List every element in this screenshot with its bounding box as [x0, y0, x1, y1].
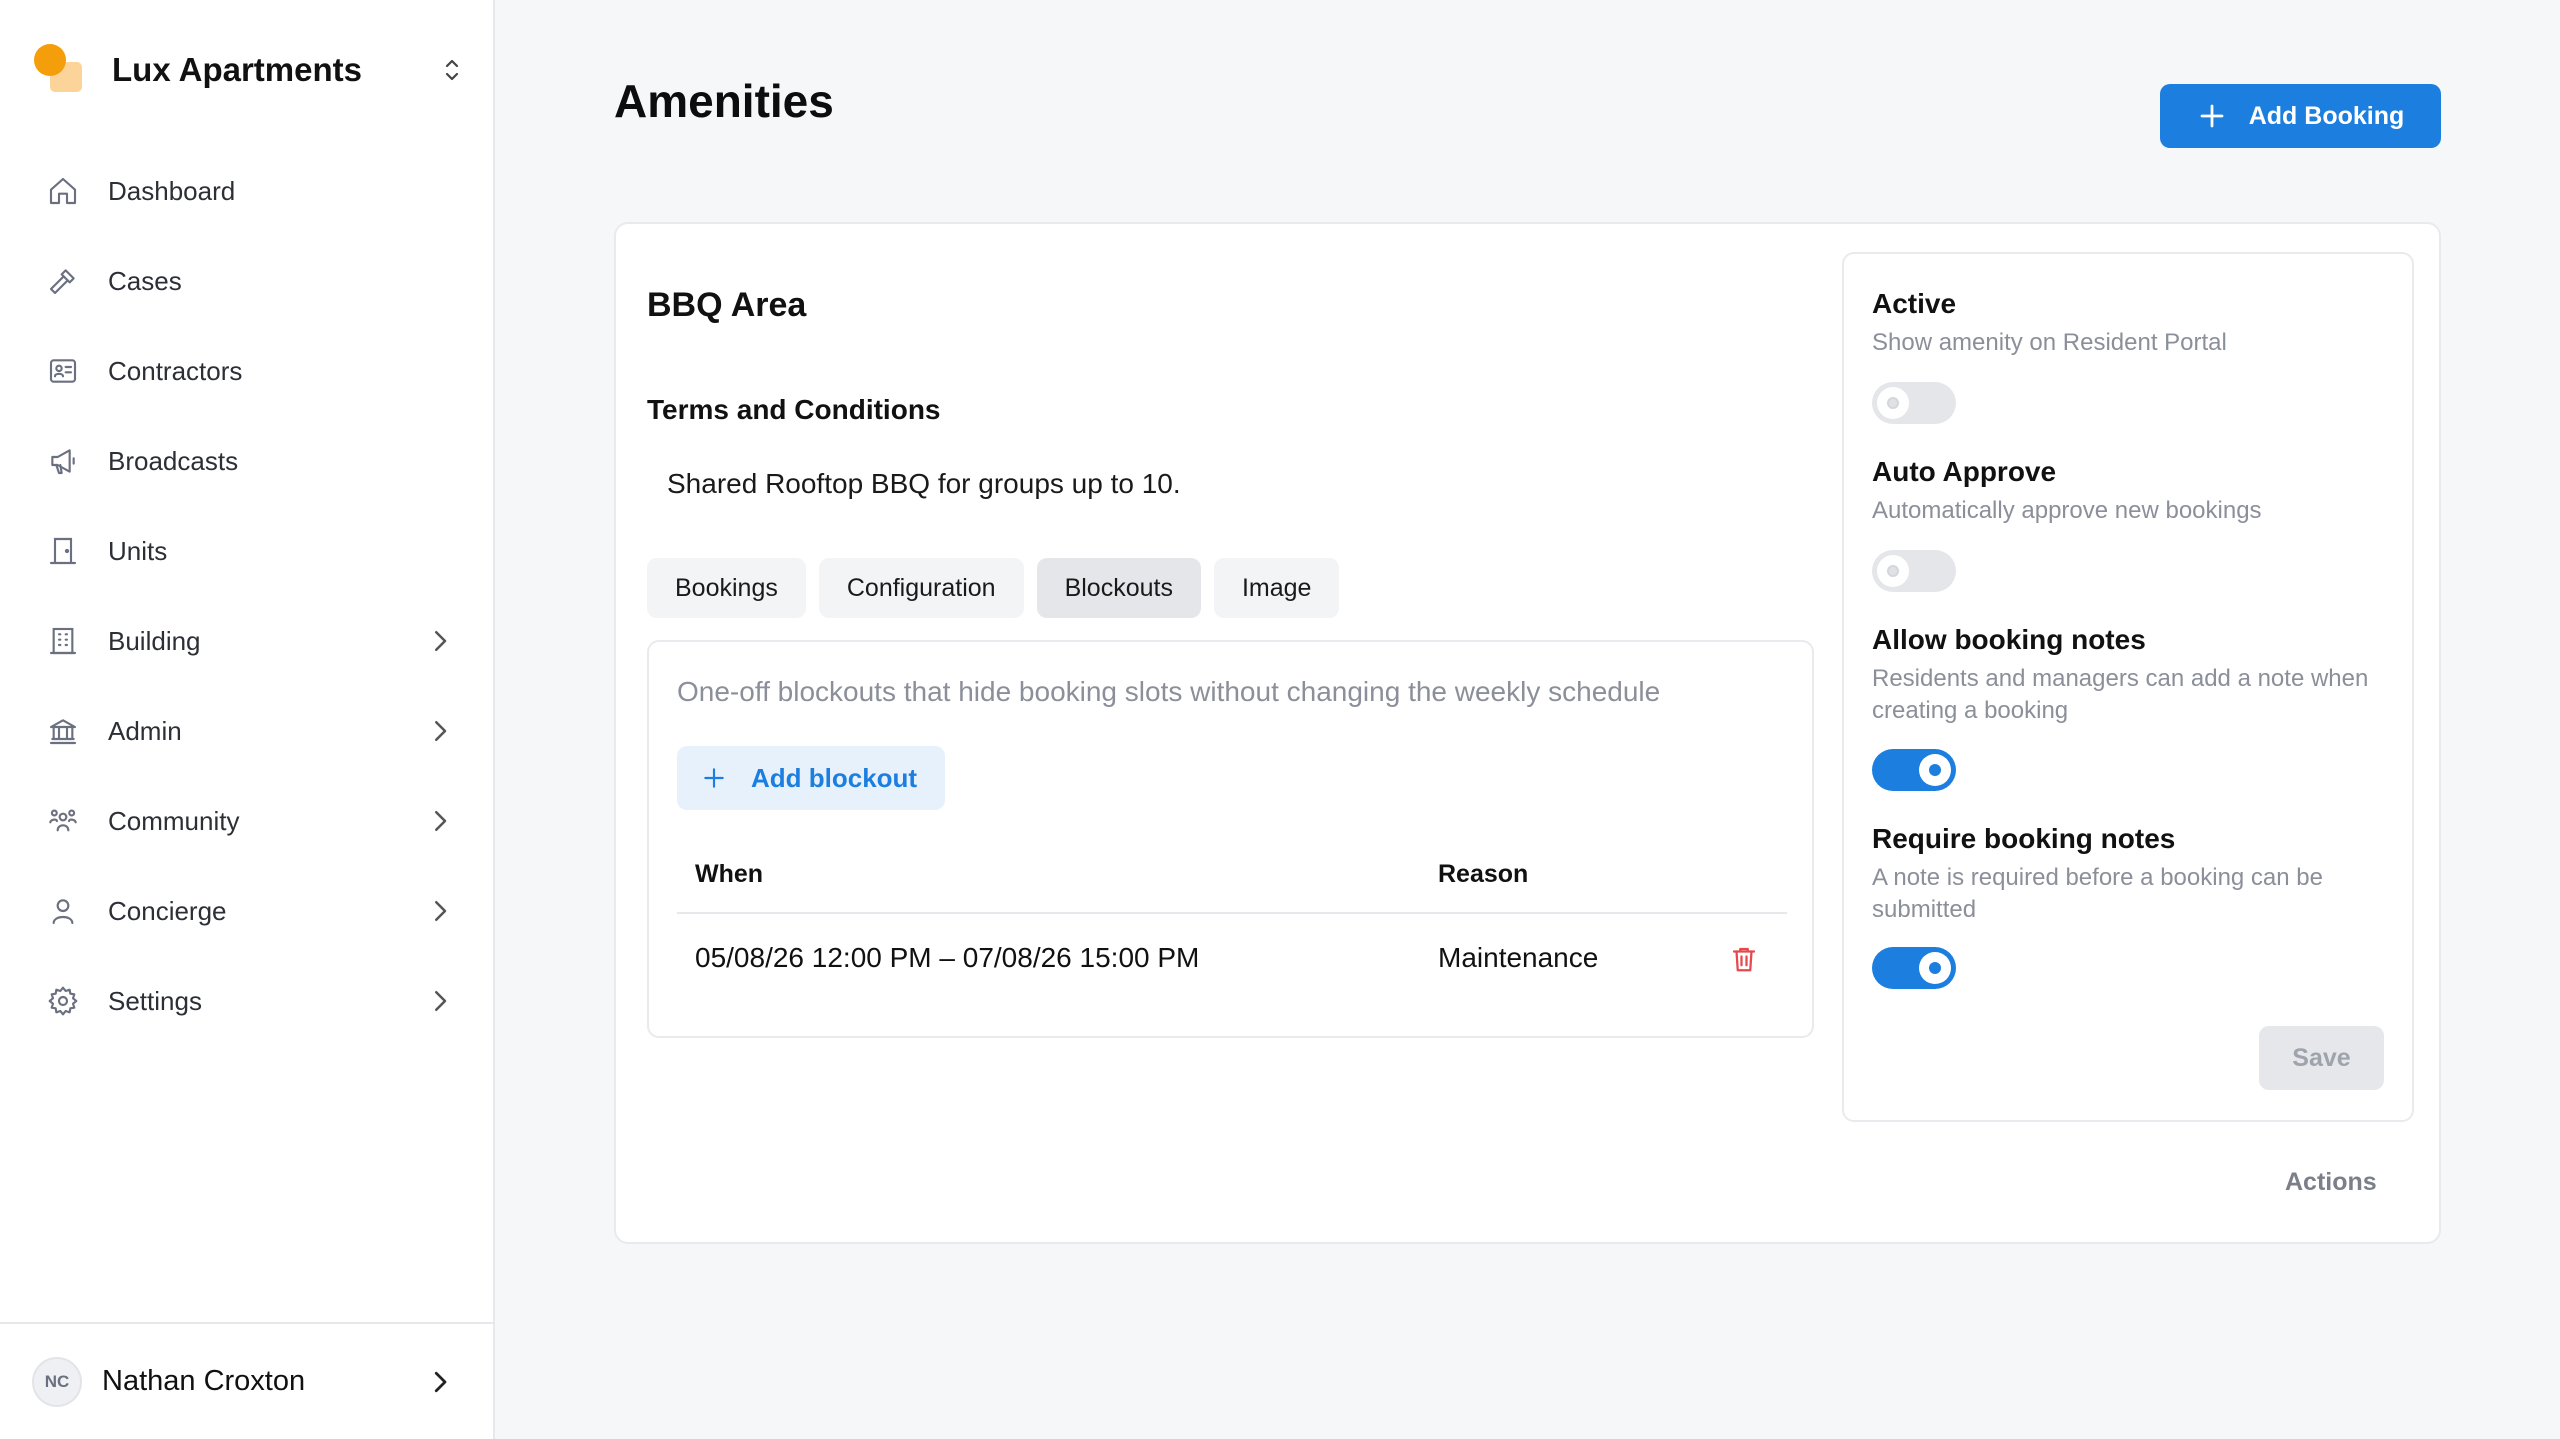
user-menu[interactable]: NC Nathan Croxton	[0, 1322, 495, 1439]
hammer-icon	[46, 264, 80, 298]
blockouts-panel: One-off blockouts that hide booking slot…	[647, 640, 1814, 1038]
actions-button[interactable]: Actions	[2285, 1168, 2377, 1197]
person-icon	[46, 894, 80, 928]
setting-active-title: Active	[1872, 288, 1957, 319]
sidebar-item-label: Cases	[108, 265, 182, 296]
allow-booking-notes-toggle[interactable]	[1872, 749, 1956, 791]
sidebar-item-broadcasts[interactable]: Broadcasts	[0, 416, 495, 506]
sidebar-item-building[interactable]: Building	[0, 596, 495, 686]
page-title: Amenities	[614, 75, 834, 127]
terms-title: Terms and Conditions	[647, 394, 941, 425]
setting-allow-notes-title: Allow booking notes	[1872, 624, 2146, 655]
setting-require-notes-description: A note is required before a booking can …	[1872, 864, 2323, 923]
column-header-when: When	[695, 860, 764, 888]
sidebar-item-units[interactable]: Units	[0, 506, 495, 596]
setting-auto-approve-description: Automatically approve new bookings	[1872, 497, 2262, 524]
terms-text: Shared Rooftop BBQ for groups up to 10.	[667, 468, 1181, 499]
gear-icon	[46, 984, 80, 1018]
chevron-right-icon	[435, 811, 447, 831]
add-blockout-label: Add blockout	[751, 762, 918, 793]
plus-icon	[2200, 104, 2224, 128]
avatar: NC	[32, 1356, 82, 1407]
setting-active-description: Show amenity on Resident Portal	[1872, 329, 2227, 356]
plus-icon	[704, 768, 724, 788]
require-booking-notes-toggle[interactable]	[1872, 947, 1956, 989]
chevron-right-icon	[435, 991, 447, 1011]
org-switcher[interactable]: Lux Apartments	[34, 42, 464, 98]
tab-configuration[interactable]: Configuration	[818, 558, 1024, 618]
setting-require-notes-title: Require booking notes	[1872, 823, 2176, 854]
door-icon	[46, 534, 80, 568]
amenity-name: BBQ Area	[647, 286, 807, 324]
auto-approve-toggle[interactable]	[1872, 550, 1956, 592]
org-logo	[34, 44, 86, 96]
sidebar-item-contractors[interactable]: Contractors	[0, 326, 495, 416]
blockout-reason: Maintenance	[1438, 942, 1599, 973]
tab-bookings[interactable]: Bookings	[647, 558, 806, 618]
chevron-up-down-icon[interactable]	[440, 50, 464, 90]
sidebar-item-label: Contractors	[108, 355, 243, 386]
sidebar: Lux Apartments Dashboard Cases Contracto…	[0, 0, 495, 1439]
sidebar-item-label: Units	[108, 535, 168, 566]
trash-icon[interactable]	[1729, 944, 1759, 974]
sidebar-item-cases[interactable]: Cases	[0, 236, 495, 326]
chevron-right-icon	[434, 1371, 447, 1392]
blockout-when: 05/08/26 12:00 PM – 07/08/26 15:00 PM	[695, 942, 1200, 973]
chevron-right-icon	[435, 901, 447, 921]
blockouts-description: One-off blockouts that hide booking slot…	[677, 676, 1661, 707]
tab-image[interactable]: Image	[1213, 558, 1340, 618]
sidebar-item-dashboard[interactable]: Dashboard	[0, 146, 495, 236]
setting-allow-notes-description: Residents and managers can add a note wh…	[1872, 665, 2369, 724]
chevron-right-icon	[435, 721, 447, 741]
add-booking-label: Add Booking	[2248, 101, 2405, 130]
sidebar-item-community[interactable]: Community	[0, 776, 495, 866]
sidebar-item-admin[interactable]: Admin	[0, 686, 495, 776]
user-name: Nathan Croxton	[102, 1365, 306, 1397]
id-card-icon	[46, 354, 80, 388]
tab-blockouts[interactable]: Blockouts	[1036, 558, 1201, 618]
table-divider	[677, 912, 1787, 914]
sidebar-item-concierge[interactable]: Concierge	[0, 866, 495, 956]
sidebar-item-label: Broadcasts	[108, 445, 239, 476]
add-booking-button[interactable]: Add Booking	[2160, 84, 2441, 148]
chevron-right-icon	[435, 631, 447, 651]
active-toggle[interactable]	[1872, 382, 1956, 424]
column-header-reason: Reason	[1438, 860, 1529, 888]
org-name: Lux Apartments	[112, 51, 362, 88]
sidebar-item-label: Dashboard	[108, 175, 236, 206]
amenity-tabs: Bookings Configuration Blockouts Image	[647, 558, 1340, 618]
building-icon	[46, 624, 80, 658]
amenity-settings: Active Show amenity on Resident Portal A…	[1842, 252, 2414, 1122]
save-button[interactable]: Save	[2259, 1026, 2384, 1090]
sidebar-nav: Dashboard Cases Contractors Broadcasts U…	[0, 146, 495, 1046]
bank-icon	[46, 714, 80, 748]
amenity-card: BBQ Area Terms and Conditions Shared Roo…	[614, 222, 2441, 1244]
setting-auto-approve-title: Auto Approve	[1872, 456, 2057, 487]
users-icon	[46, 804, 80, 838]
home-icon	[46, 174, 80, 208]
add-blockout-button[interactable]: Add blockout	[677, 746, 945, 810]
sidebar-item-settings[interactable]: Settings	[0, 956, 495, 1046]
megaphone-icon	[46, 444, 80, 478]
